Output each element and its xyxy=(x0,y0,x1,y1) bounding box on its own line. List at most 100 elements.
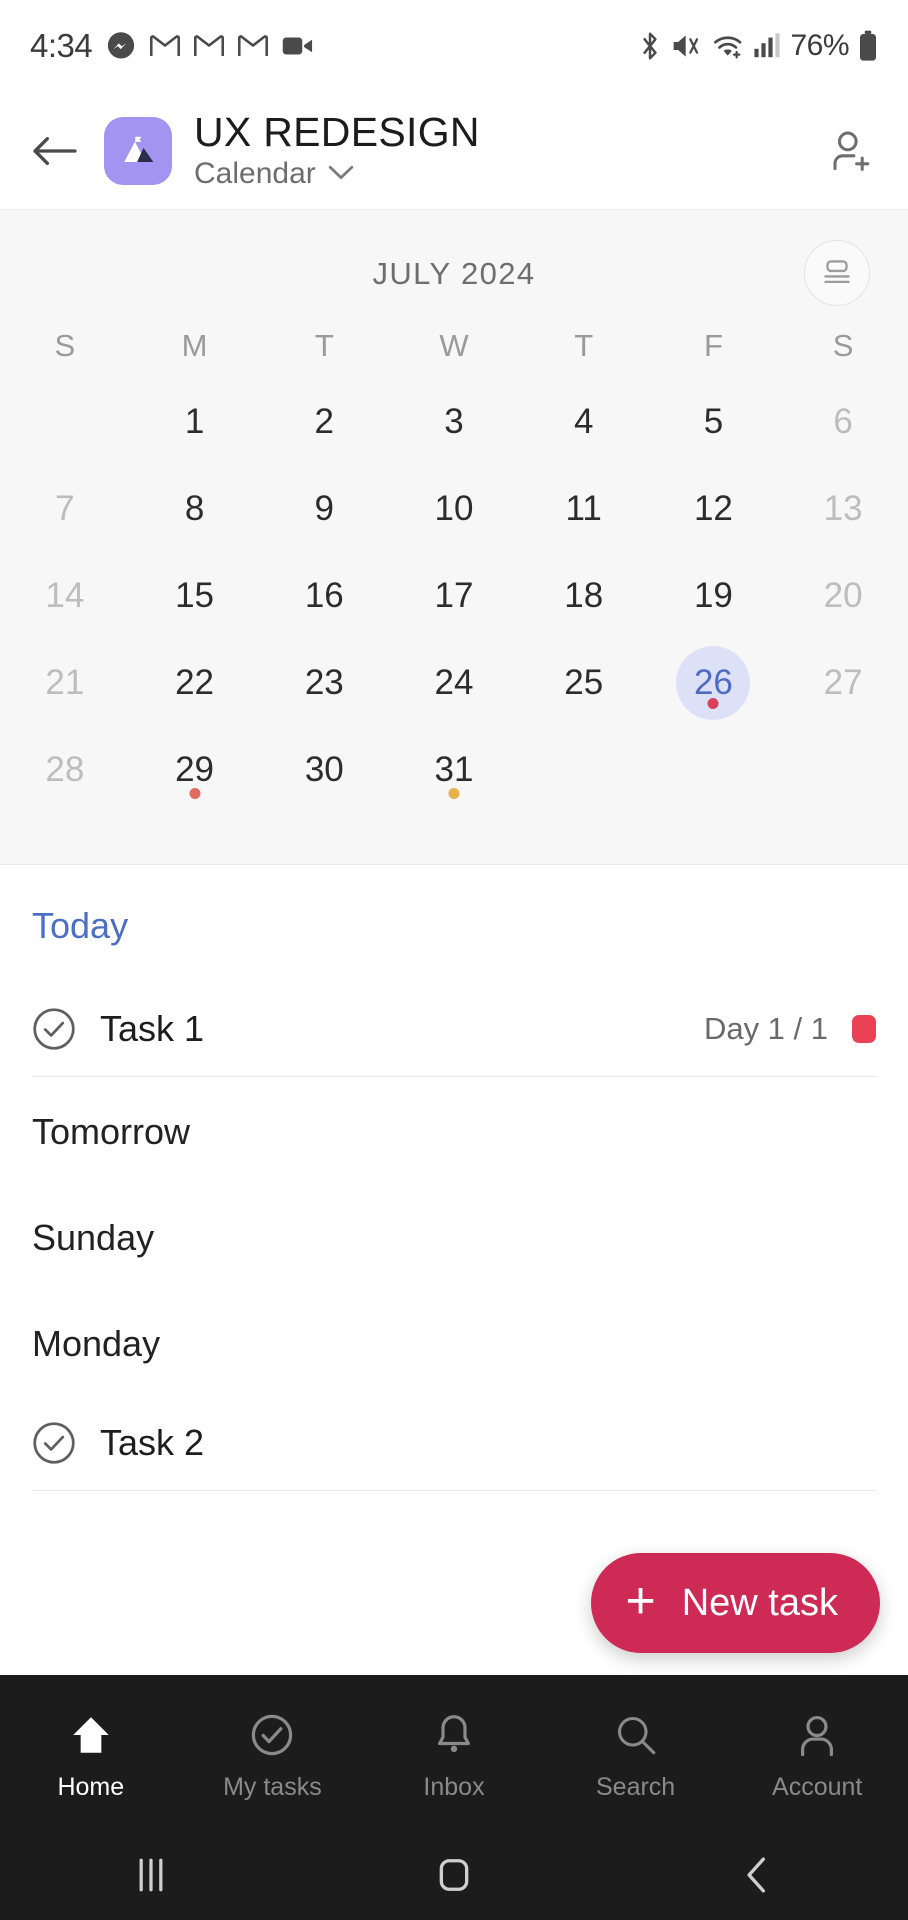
nav-item-inbox[interactable]: Inbox xyxy=(363,1711,545,1802)
view-selector-label: Calendar xyxy=(194,156,316,190)
calendar-day[interactable]: 12 xyxy=(649,465,779,552)
nav-item-search[interactable]: Search xyxy=(545,1711,727,1802)
calendar-day[interactable]: 1 xyxy=(130,378,260,465)
bell-icon xyxy=(433,1711,475,1759)
calendar-day[interactable]: 28 xyxy=(0,726,130,813)
calendar-day[interactable]: 25 xyxy=(519,639,649,726)
android-back-button[interactable] xyxy=(712,1840,802,1910)
calendar-day[interactable]: 29 xyxy=(130,726,260,813)
calendar-day-number: 17 xyxy=(434,575,474,615)
calendar-day[interactable]: 10 xyxy=(389,465,519,552)
calendar-day[interactable]: 9 xyxy=(259,465,389,552)
calendar-day[interactable]: 13 xyxy=(778,465,908,552)
calendar-day[interactable]: 5 xyxy=(649,378,779,465)
weekday-label: F xyxy=(703,328,723,363)
calendar-weekday-row: S M T W T F S xyxy=(0,328,908,364)
calendar-day[interactable]: 16 xyxy=(259,552,389,639)
calendar-day[interactable]: 22 xyxy=(130,639,260,726)
calendar-day-number: 3 xyxy=(444,401,464,441)
calendar-day-dot xyxy=(189,788,201,799)
task-row[interactable]: Task 1 Day 1 / 1 xyxy=(32,981,876,1077)
android-recents-button[interactable] xyxy=(106,1840,196,1910)
calendar-day[interactable]: 15 xyxy=(130,552,260,639)
collapse-view-icon xyxy=(824,260,850,284)
gmail-icon xyxy=(150,34,181,58)
search-icon xyxy=(615,1711,657,1759)
calendar-day-number: 23 xyxy=(304,662,344,702)
task-color-tag xyxy=(852,1014,876,1043)
android-home-button[interactable] xyxy=(409,1840,499,1910)
calendar-day[interactable]: 14 xyxy=(0,552,130,639)
calendar-day[interactable]: 18 xyxy=(519,552,649,639)
calendar-day-number: 6 xyxy=(833,401,853,441)
back-button[interactable] xyxy=(26,122,84,180)
task-group-label: Sunday xyxy=(32,1217,155,1258)
gmail-icon xyxy=(238,34,269,58)
wifi-icon xyxy=(712,32,744,60)
calendar-day[interactable]: 8 xyxy=(130,465,260,552)
calendar-day[interactable]: 21 xyxy=(0,639,130,726)
nav-item-home[interactable]: Home xyxy=(0,1711,182,1802)
calendar-day[interactable]: 7 xyxy=(0,465,130,552)
add-person-icon xyxy=(833,131,870,171)
header-titles: UX REDESIGN Calendar xyxy=(194,109,480,190)
weekday-label: S xyxy=(54,328,76,363)
arrow-left-icon xyxy=(33,136,77,165)
calendar-day-number: 20 xyxy=(823,575,863,615)
nav-item-account[interactable]: Account xyxy=(726,1711,908,1802)
calendar-view-toggle-button[interactable] xyxy=(804,240,870,306)
calendar-day-number: 5 xyxy=(703,401,724,441)
nav-label-my-tasks: My tasks xyxy=(223,1773,322,1801)
calendar-day-number: 11 xyxy=(565,488,602,528)
calendar-day-number: 16 xyxy=(304,575,344,615)
calendar-day-number: 19 xyxy=(693,575,733,615)
calendar-day[interactable]: 24 xyxy=(389,639,519,726)
status-bar-right: 76% xyxy=(638,29,878,63)
calendar-grid: 1 2 3 4 5 6 7 8 9 10 11 12 13 14 15 16 17 18 19 20 21 22 23 24 2… xyxy=(0,378,908,813)
nav-label-search: Search xyxy=(595,1773,676,1801)
calendar-day[interactable]: 6 xyxy=(778,378,908,465)
calendar-day-number: 12 xyxy=(693,488,733,528)
mountain-logo-icon xyxy=(124,136,154,162)
check-circle-icon[interactable] xyxy=(32,1421,76,1465)
calendar-day[interactable]: 19 xyxy=(649,552,779,639)
calendar-day[interactable]: 2 xyxy=(259,378,389,465)
calendar-day[interactable]: 4 xyxy=(519,378,649,465)
calendar-day[interactable]: 11 xyxy=(519,465,649,552)
bottom-navigation: Home My tasks Inbox Search Account xyxy=(0,1675,908,1830)
calendar-day[interactable]: 30 xyxy=(259,726,389,813)
weekday-label: T xyxy=(314,328,334,363)
calendar-day-selected[interactable]: 26 xyxy=(649,639,779,726)
page-title: UX REDESIGN xyxy=(194,109,480,156)
check-circle-icon[interactable] xyxy=(32,1007,76,1051)
messenger-icon xyxy=(106,31,136,61)
task-group-label: Monday xyxy=(32,1323,161,1364)
calendar-day[interactable]: 23 xyxy=(259,639,389,726)
calendar-panel: JULY 2024 S M T W T F S 1 2 3 4 5 6 7 8 9 10 11 12 1… xyxy=(0,210,908,865)
weekday-label: S xyxy=(832,328,854,363)
task-name: Task 2 xyxy=(100,1421,205,1463)
calendar-day-dot xyxy=(448,788,460,799)
home-square-icon xyxy=(439,1859,469,1891)
new-task-button[interactable]: + New task xyxy=(591,1553,880,1653)
calendar-day-number: 4 xyxy=(573,401,594,441)
calendar-day[interactable]: 20 xyxy=(778,552,908,639)
view-selector[interactable]: Calendar xyxy=(194,157,480,190)
bluetooth-icon xyxy=(638,31,662,61)
status-bar: 4:34 76% xyxy=(0,0,908,92)
calendar-day[interactable]: 27 xyxy=(778,639,908,726)
calendar-day[interactable]: 3 xyxy=(389,378,519,465)
calendar-week-row: 1 2 3 4 5 6 xyxy=(0,378,908,465)
add-member-button[interactable] xyxy=(822,122,880,180)
project-avatar[interactable] xyxy=(104,116,172,185)
recents-icon xyxy=(139,1858,163,1892)
calendar-day[interactable]: 31 xyxy=(389,726,519,813)
calendar-day[interactable]: 17 xyxy=(389,552,519,639)
calendar-day-number: 14 xyxy=(45,575,85,615)
calendar-day-number: 27 xyxy=(823,662,863,702)
task-row[interactable]: Task 2 xyxy=(32,1395,876,1491)
nav-item-my-tasks[interactable]: My tasks xyxy=(182,1711,364,1802)
calendar-week-row: 7 8 9 10 11 12 13 xyxy=(0,465,908,552)
home-icon xyxy=(70,1711,112,1759)
calendar-day-number: 25 xyxy=(564,662,604,702)
